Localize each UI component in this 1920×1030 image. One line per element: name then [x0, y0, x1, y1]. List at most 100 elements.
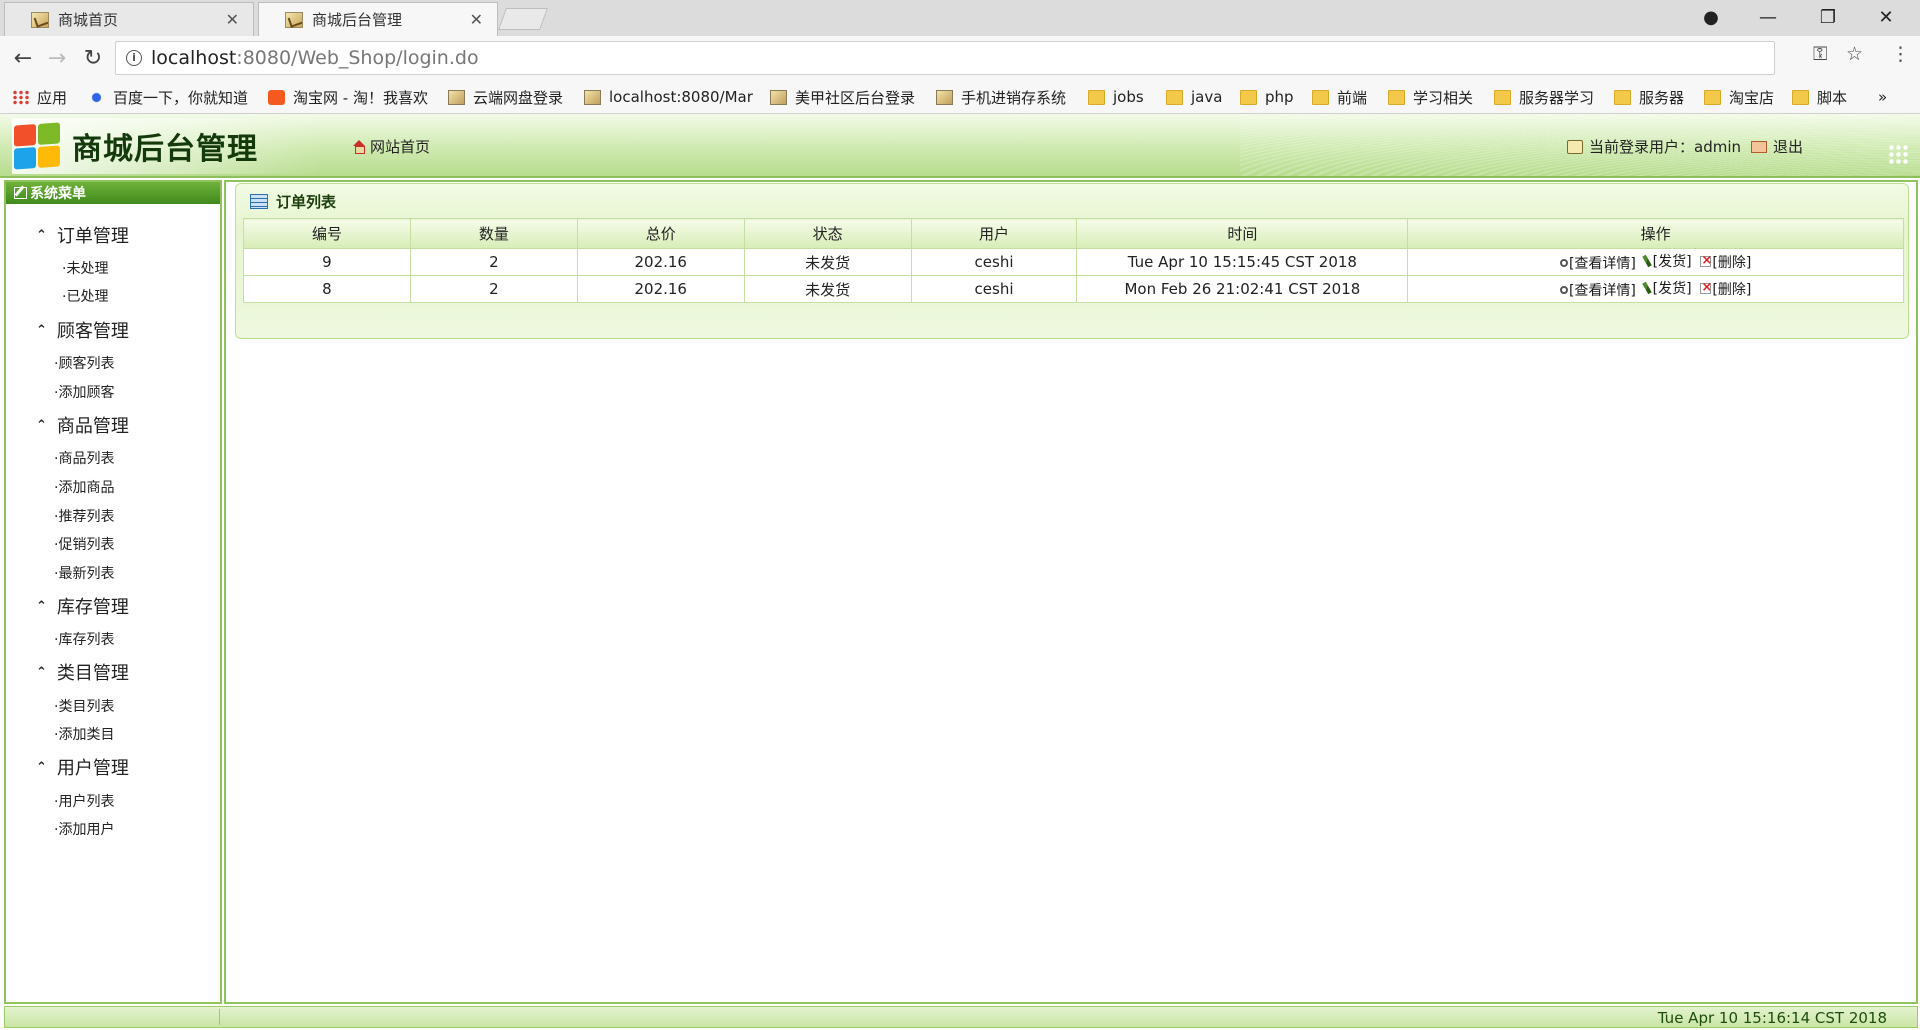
close-window-icon[interactable]: ✕ [1858, 2, 1914, 32]
bookmark-folder-frontend[interactable]: 前端 [1312, 86, 1367, 108]
bookmark-taobao[interactable]: 淘宝网 - 淘！我喜欢 [268, 86, 428, 108]
order-user: ceshi [910, 248, 1078, 276]
bookmark-folder-server[interactable]: 服务器 [1614, 86, 1684, 108]
sidebar-group-customers[interactable]: ⌃ 顾客管理 [36, 317, 129, 343]
column-header[interactable]: 编号 [243, 218, 411, 249]
sidebar-item-processed[interactable]: ·已处理 [62, 286, 108, 306]
order-actions: [查看详情] [发货] [删除] [1407, 275, 1904, 303]
sidebar: 系统菜单 ⌃ 订单管理 ·未处理 ·已处理 ⌃ 顾客管理 ·顾客列表 ·添加顾客 ⌃… [4, 180, 222, 1004]
sidebar-item-add-category[interactable]: ·添加类目 [54, 724, 114, 744]
minimize-icon[interactable]: — [1740, 2, 1796, 32]
order-time: Mon Feb 26 21:02:41 CST 2018 [1076, 275, 1409, 303]
view-details-link[interactable]: [查看详情] [1559, 280, 1636, 300]
order-qty: 2 [409, 275, 578, 303]
bookmark-star-icon[interactable]: ☆ [1846, 43, 1863, 65]
new-tab-button[interactable] [497, 8, 549, 30]
sidebar-item-category-list[interactable]: ·类目列表 [54, 696, 114, 716]
sidebar-item-customer-list[interactable]: ·顾客列表 [54, 353, 114, 373]
bookmark-phone[interactable]: 手机进销存系统 [936, 86, 1066, 108]
bookmark-cloud[interactable]: 云端网盘登录 [448, 86, 563, 108]
folder-icon [1088, 89, 1105, 105]
tab-close-icon[interactable]: ✕ [470, 10, 483, 29]
sidebar-group-products[interactable]: ⌃ 商品管理 [36, 412, 129, 438]
column-header[interactable]: 用户 [910, 218, 1078, 249]
sidebar-item-newest-list[interactable]: ·最新列表 [54, 563, 114, 583]
sidebar-item-inventory-list[interactable]: ·库存列表 [54, 629, 114, 649]
chevron-up-icon: ⌃ [36, 759, 47, 775]
orders-table: 编号 数量 总价 状态 用户 时间 操作 9 2 202.16 未发货 cesh… [243, 218, 1904, 303]
address-bar[interactable]: i localhost:8080/Web_Shop/login.do [115, 41, 1775, 75]
folder-icon [1240, 89, 1257, 105]
order-total: 202.16 [576, 275, 745, 303]
sidebar-item-product-list[interactable]: ·商品列表 [54, 448, 114, 468]
user-icon [1567, 139, 1583, 154]
bookmark-nail[interactable]: 美甲社区后台登录 [770, 86, 915, 108]
folder-icon [1494, 89, 1511, 105]
column-header[interactable]: 状态 [743, 218, 912, 249]
bookmarks-overflow-button[interactable]: » [1878, 86, 1887, 108]
logout-link[interactable]: 退出 [1773, 136, 1803, 157]
site-info-icon[interactable]: i [126, 50, 142, 66]
bookmark-folder-server-study[interactable]: 服务器学习 [1494, 86, 1594, 108]
folder-icon [1312, 89, 1329, 105]
sidebar-group-inventory[interactable]: ⌃ 库存管理 [36, 593, 129, 619]
folder-icon [1388, 89, 1405, 105]
sidebar-item-add-customer[interactable]: ·添加顾客 [54, 382, 114, 402]
sidebar-item-promo-list[interactable]: ·促销列表 [54, 534, 114, 554]
bookmark-folder-jobs[interactable]: jobs [1088, 86, 1144, 108]
forward-arrow-icon[interactable]: → [42, 44, 72, 72]
bookmark-localhost[interactable]: localhost:8080/Mar [584, 86, 754, 108]
ship-link[interactable]: [发货] [1641, 278, 1692, 298]
browser-tab-shop-home[interactable]: 商城首页 ✕ [4, 2, 254, 36]
pencil-icon [1641, 281, 1652, 295]
magnifier-icon [1559, 286, 1568, 294]
orders-panel: 订单列表 编号 数量 总价 状态 用户 时间 操作 9 2 202.16 未发货… [235, 183, 1909, 339]
bookmark-folder-taobao-store[interactable]: 淘宝店 [1704, 86, 1774, 108]
folder-icon [1704, 89, 1721, 105]
bookmark-folder-php[interactable]: php [1240, 86, 1294, 108]
browser-tabbar: 商城首页 ✕ 商城后台管理 ✕ ● — ❐ ✕ [0, 0, 1920, 36]
site-favicon-icon [448, 89, 465, 105]
delete-link[interactable]: [删除] [1700, 279, 1751, 299]
sidebar-item-recommend-list[interactable]: ·推荐列表 [54, 506, 114, 526]
sidebar-item-user-list[interactable]: ·用户列表 [54, 791, 114, 811]
chevron-up-icon: ⌃ [36, 227, 47, 243]
sidebar-item-add-user[interactable]: ·添加用户 [54, 819, 114, 839]
reload-icon[interactable]: ↻ [78, 44, 108, 72]
restore-icon[interactable]: ❐ [1800, 2, 1856, 32]
column-header[interactable]: 数量 [409, 218, 578, 249]
delete-link[interactable]: [删除] [1700, 252, 1751, 272]
logout-icon[interactable] [1751, 140, 1768, 153]
baidu-paw-icon [88, 89, 105, 105]
view-details-link[interactable]: [查看详情] [1559, 253, 1636, 273]
key-icon[interactable]: ⚿ [1813, 43, 1827, 65]
profile-icon[interactable]: ● [1683, 2, 1739, 32]
magnifier-icon [1559, 259, 1568, 267]
menu-dots-icon[interactable]: ⋮ [1891, 43, 1910, 65]
grip-dots-icon [1888, 144, 1910, 166]
bookmark-folder-java[interactable]: java [1166, 86, 1222, 108]
site-home-link[interactable]: 网站首页 [352, 136, 430, 157]
tab-close-icon[interactable]: ✕ [226, 10, 239, 29]
sidebar-group-users[interactable]: ⌃ 用户管理 [36, 754, 129, 780]
site-favicon-icon [936, 89, 953, 105]
tab-title: 商城后台管理 [312, 11, 403, 29]
column-header[interactable]: 时间 [1076, 218, 1409, 249]
ship-link[interactable]: [发货] [1641, 251, 1692, 271]
panel-title: 订单列表 [250, 191, 336, 212]
brand: 商城后台管理 [12, 118, 322, 174]
bookmark-folder-study[interactable]: 学习相关 [1388, 86, 1473, 108]
sidebar-item-unprocessed[interactable]: ·未处理 [62, 258, 108, 278]
back-arrow-icon[interactable]: ← [8, 44, 38, 72]
bookmark-baidu[interactable]: 百度一下，你就知道 [88, 86, 248, 108]
column-header[interactable]: 总价 [576, 218, 745, 249]
column-header[interactable]: 操作 [1407, 218, 1904, 249]
bookmark-folder-scripts[interactable]: 脚本 [1792, 86, 1847, 108]
bookmark-apps[interactable]: 应用 [12, 86, 67, 108]
order-total: 202.16 [576, 248, 745, 276]
browser-tab-admin[interactable]: 商城后台管理 ✕ [258, 2, 498, 36]
sidebar-group-orders[interactable]: ⌃ 订单管理 [36, 222, 129, 248]
sidebar-item-add-product[interactable]: ·添加商品 [54, 477, 114, 497]
table-list-icon [250, 194, 268, 209]
sidebar-group-categories[interactable]: ⌃ 类目管理 [36, 659, 129, 685]
